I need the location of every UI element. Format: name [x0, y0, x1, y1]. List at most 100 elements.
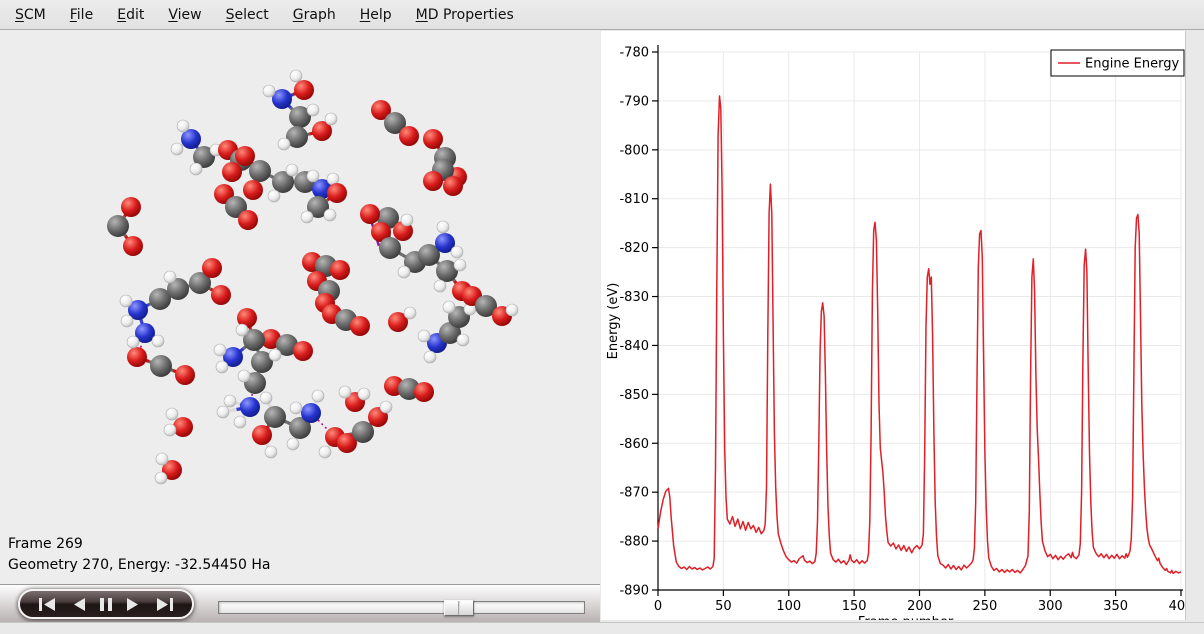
molecule-scene: [0, 30, 600, 585]
atom-H: [234, 416, 246, 428]
menu-bar: SCMFileEditView SelectGraphHelpMD Propert…: [0, 0, 1204, 30]
atom-O: [293, 341, 313, 361]
x-tick-label: 150: [842, 599, 867, 614]
atom-H: [278, 138, 290, 150]
atom-N: [301, 403, 321, 423]
atom-O: [414, 382, 434, 402]
atom-H: [339, 386, 351, 398]
pause-icon: [99, 597, 113, 612]
atom-H: [443, 301, 455, 313]
menu-item-help[interactable]: Help: [351, 3, 401, 27]
frame-slider-track[interactable]: [218, 601, 585, 614]
atom-H: [164, 271, 176, 283]
skip-end-button[interactable]: [152, 595, 178, 614]
atom-H: [324, 209, 336, 221]
atom-H: [290, 402, 302, 414]
x-tick-label: 300: [1038, 599, 1063, 614]
atom-O: [252, 425, 272, 445]
atom-H: [260, 392, 272, 404]
atom-H: [424, 351, 436, 363]
menu-item-md-properties[interactable]: MD Properties: [407, 3, 523, 27]
atom-O: [202, 258, 222, 278]
atom-O: [243, 180, 263, 200]
step-back-button[interactable]: [69, 595, 89, 614]
geometry-energy-label: Geometry 270, Energy: -32.54450 Ha: [8, 555, 270, 576]
x-tick-label: 0: [654, 599, 662, 614]
x-axis-label: Frame number: [858, 615, 954, 620]
x-tick-label: 200: [907, 599, 932, 614]
atom-H: [437, 221, 449, 233]
menu-item-graph[interactable]: Graph: [284, 3, 345, 27]
atom-H: [121, 315, 133, 327]
energy-chart-panel[interactable]: -780-790-800-810-820-830-840-850-860-870…: [601, 31, 1186, 620]
y-tick-label: -870: [619, 486, 649, 501]
atom-H: [325, 113, 337, 125]
atom-O: [121, 197, 141, 217]
menu-item-select[interactable]: Select: [217, 3, 278, 27]
atom-H: [177, 120, 189, 132]
skip-start-button[interactable]: [34, 595, 60, 614]
atom-H: [164, 424, 176, 436]
frame-status: Frame 269 Geometry 270, Energy: -32.5445…: [8, 534, 270, 576]
frame-label: Frame 269: [8, 534, 270, 555]
playback-pill: [18, 589, 194, 619]
y-tick-label: -880: [619, 535, 649, 550]
atom-H: [380, 401, 392, 413]
menu-item-view[interactable]: View: [159, 3, 210, 27]
atom-O: [327, 183, 347, 203]
atom-H: [217, 406, 229, 418]
atom-C: [264, 406, 286, 428]
skip-start-icon: [36, 597, 58, 612]
atom-H: [401, 214, 413, 226]
menu-item-file[interactable]: File: [61, 3, 102, 27]
atom-H: [454, 259, 466, 271]
atom-O: [127, 347, 147, 367]
atom-H: [307, 104, 319, 116]
bottom-strip: [0, 622, 1204, 634]
atom-H: [404, 307, 416, 319]
molecule-viewer[interactable]: Frame 269 Geometry 270, Energy: -32.5445…: [0, 30, 600, 585]
y-tick-label: -860: [619, 437, 649, 452]
atom-O: [360, 204, 380, 224]
atom-H: [265, 446, 277, 458]
atom-C: [352, 421, 374, 443]
y-tick-label: -810: [619, 192, 649, 207]
x-tick-label: 350: [1103, 599, 1128, 614]
atom-H: [301, 211, 313, 223]
atom-H: [269, 349, 281, 361]
atom-H: [127, 336, 139, 348]
atom-O: [235, 146, 255, 166]
atom-H: [156, 453, 168, 465]
atom-H: [238, 370, 250, 382]
y-tick-label: -780: [619, 46, 649, 61]
y-axis-label: Energy (eV): [606, 283, 621, 360]
atom-H: [398, 266, 410, 278]
frame-slider-thumb[interactable]: [444, 600, 474, 616]
atom-O: [423, 171, 443, 191]
atom-H: [236, 324, 248, 336]
y-tick-label: -850: [619, 388, 649, 403]
energy-chart: -780-790-800-810-820-830-840-850-860-870…: [601, 31, 1186, 620]
atom-O: [175, 365, 195, 385]
play-icon: [125, 597, 141, 612]
atom-C: [150, 355, 172, 377]
legend-label: Engine Energy: [1085, 57, 1180, 72]
atom-C: [249, 160, 271, 182]
y-tick-label: -820: [619, 241, 649, 256]
pause-button[interactable]: [97, 595, 115, 614]
atom-O: [399, 126, 419, 146]
atom-O: [423, 129, 443, 149]
menu-item-scm[interactable]: SCM: [6, 3, 55, 27]
menu-item-edit[interactable]: Edit: [108, 3, 153, 27]
atom-H: [286, 164, 298, 176]
play-button[interactable]: [123, 595, 143, 614]
atom-O: [211, 285, 231, 305]
atom-H: [155, 472, 167, 484]
atom-H: [263, 85, 275, 97]
atom-H: [307, 170, 319, 182]
atom-N: [240, 397, 260, 417]
atom-H: [214, 344, 226, 356]
y-tick-label: -800: [619, 143, 649, 158]
y-tick-label: -790: [619, 94, 649, 109]
atom-H: [506, 304, 518, 316]
